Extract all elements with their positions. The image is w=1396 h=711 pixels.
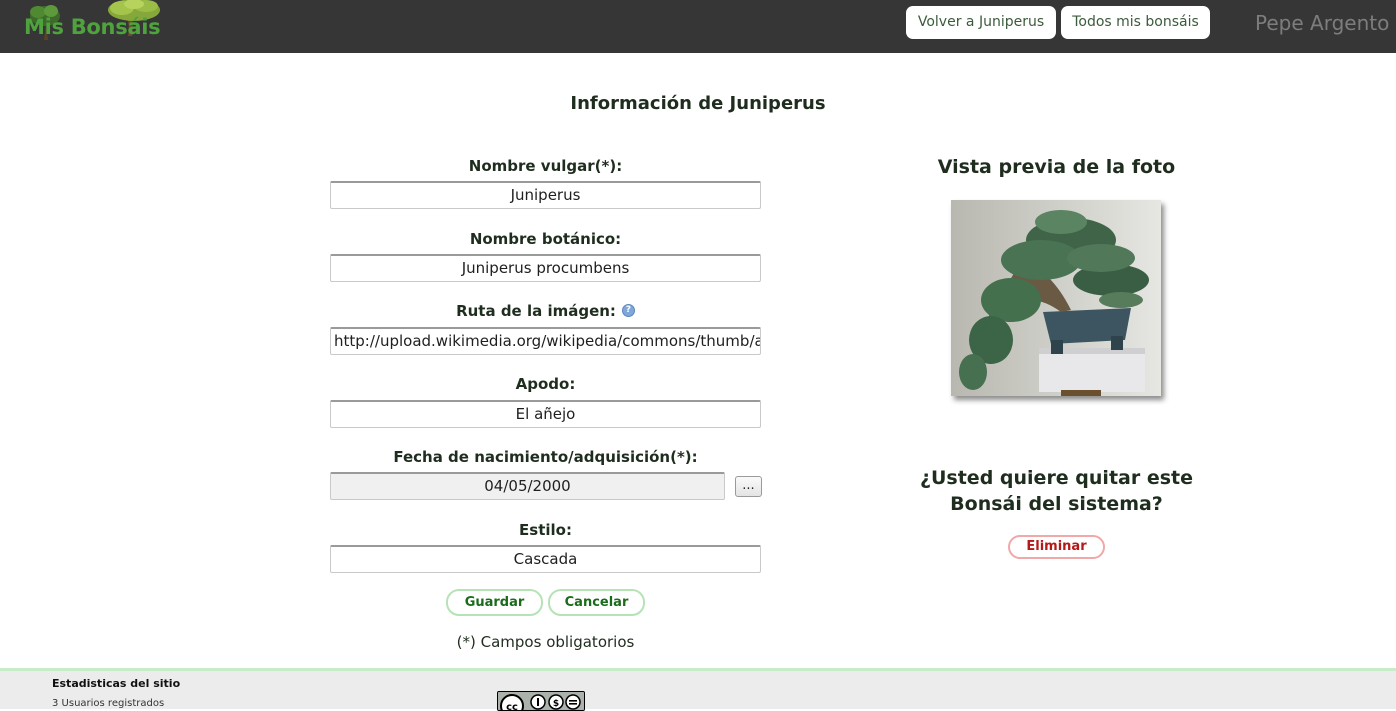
botanical-name-label: Nombre botánico: — [469, 230, 622, 248]
common-name-label: Nombre vulgar(*): — [468, 157, 623, 175]
date-picker-button[interactable]: ... — [735, 476, 762, 497]
image-path-label-row: Ruta de la imágen:? — [330, 302, 761, 320]
user-name[interactable]: Pepe Argento — [1255, 11, 1389, 35]
top-bar: Mis Bonsáis Volver a Juniperus Todos mis… — [0, 0, 1396, 53]
birth-date-label: Fecha de nacimiento/adquisición(*): — [393, 448, 698, 466]
page-title: Información de Juniperus — [570, 93, 826, 114]
nickname-label: Apodo: — [515, 375, 576, 393]
site-stats-users: 3 Usuarios registrados — [52, 698, 165, 709]
save-button[interactable]: Guardar — [446, 589, 543, 616]
back-to-juniperus-button[interactable]: Volver a Juniperus — [906, 6, 1056, 39]
style-label: Estilo: — [519, 521, 572, 539]
cancel-button[interactable]: Cancelar — [548, 589, 645, 616]
birth-date-input[interactable]: 04/05/2000 — [330, 472, 725, 500]
required-fields-note: (*) Campos obligatorios — [456, 633, 635, 651]
svg-text:cc: cc — [506, 702, 518, 711]
delete-button[interactable]: Eliminar — [1008, 535, 1105, 559]
remove-bonsai-question: ¿Usted quiere quitar este Bonsái del sis… — [919, 467, 1194, 515]
creative-commons-license-icon[interactable]: cc $ — [497, 691, 585, 711]
image-path-label: Ruta de la imágen: — [456, 302, 616, 320]
style-input[interactable]: Cascada — [330, 545, 761, 573]
bonsai-photo — [951, 200, 1161, 396]
botanical-name-input[interactable]: Juniperus procumbens — [330, 254, 761, 282]
help-icon[interactable]: ? — [621, 304, 635, 317]
footer — [0, 668, 1396, 709]
site-logo[interactable]: Mis Bonsáis — [24, 0, 164, 44]
all-bonsais-button[interactable]: Todos mis bonsáis — [1061, 6, 1210, 39]
logo-text: Mis Bonsáis — [24, 15, 161, 39]
site-stats-title: Estadisticas del sitio — [52, 677, 181, 690]
image-path-input[interactable]: http://upload.wikimedia.org/wikipedia/co… — [330, 327, 761, 355]
svg-text:$: $ — [553, 699, 559, 709]
nickname-input[interactable]: El añejo — [330, 400, 761, 428]
common-name-input[interactable]: Juniperus — [330, 181, 761, 209]
preview-title: Vista previa de la foto — [937, 156, 1176, 178]
